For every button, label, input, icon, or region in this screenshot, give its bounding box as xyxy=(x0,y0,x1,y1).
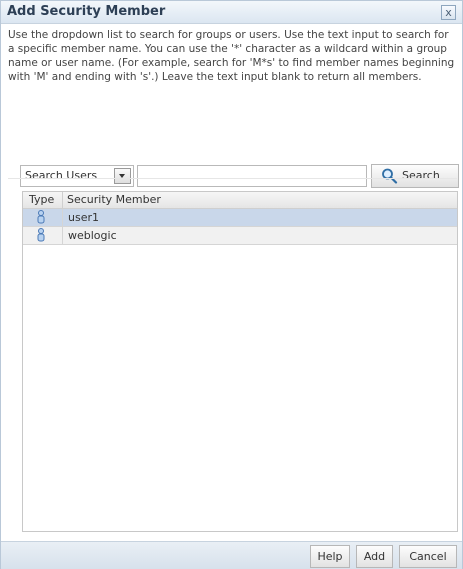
cell-divider xyxy=(62,209,63,226)
table-row[interactable]: weblogic xyxy=(23,227,457,245)
table-row[interactable]: user1 xyxy=(23,209,457,227)
type-cell xyxy=(23,209,63,226)
add-security-member-dialog: Add Security Member x Use the dropdown l… xyxy=(0,0,463,569)
search-input[interactable] xyxy=(137,165,367,187)
search-button-label: Search xyxy=(402,169,440,182)
dialog-footer: Help Add Cancel xyxy=(1,541,462,569)
help-button[interactable]: Help xyxy=(310,545,350,568)
search-type-select[interactable]: Search Users xyxy=(20,165,134,187)
add-button[interactable]: Add xyxy=(356,545,393,568)
cancel-button[interactable]: Cancel xyxy=(399,545,457,568)
member-name: user1 xyxy=(68,211,99,224)
table-header: Type Security Member xyxy=(23,192,457,209)
dialog-titlebar: Add Security Member x xyxy=(1,1,462,24)
instructions-text: Use the dropdown list to search for grou… xyxy=(8,29,455,83)
chevron-down-icon[interactable] xyxy=(114,168,131,184)
security-member-table: Type Security Member user1 weblogic xyxy=(22,191,458,532)
member-name: weblogic xyxy=(68,229,117,242)
column-divider xyxy=(62,192,63,208)
search-button[interactable]: Search xyxy=(371,164,459,188)
user-icon xyxy=(37,228,45,242)
search-separator xyxy=(8,178,457,179)
close-icon[interactable]: x xyxy=(441,5,456,20)
cell-divider xyxy=(62,227,63,244)
column-header-type[interactable]: Type xyxy=(29,193,54,206)
search-type-selected: Search Users xyxy=(25,169,98,182)
type-cell xyxy=(23,227,63,244)
dialog-title: Add Security Member xyxy=(7,4,166,19)
user-icon xyxy=(37,210,45,224)
search-icon xyxy=(382,168,398,184)
column-header-security-member[interactable]: Security Member xyxy=(67,193,161,206)
